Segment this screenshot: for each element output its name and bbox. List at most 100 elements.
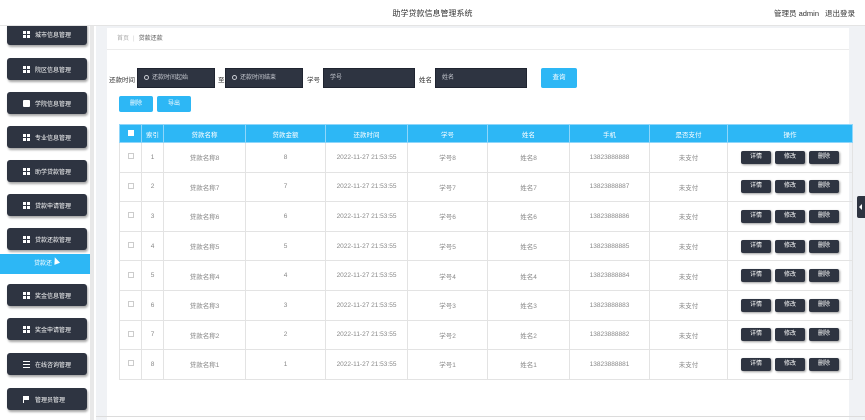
cell-paid: 未支付: [649, 230, 728, 262]
student-id-input[interactable]: 学号: [323, 68, 415, 88]
detail-button[interactable]: 详情: [741, 180, 771, 194]
cell-sname: 姓名4: [487, 260, 570, 291]
sidebar-item-consult[interactable]: 在线咨询管理: [7, 353, 87, 375]
collapse-handle-icon[interactable]: [857, 196, 865, 218]
cell-time: 2022-11-27 21:53:55: [325, 201, 408, 232]
cell-amount: 8: [245, 142, 326, 173]
cell-idx: 6: [141, 289, 164, 321]
cell-phone: 13823888888: [569, 142, 650, 173]
cell-phone: 13823888882: [569, 319, 650, 351]
export-button[interactable]: 导出: [157, 96, 191, 112]
cell-idx: 4: [141, 230, 164, 262]
row-delete-button[interactable]: 删除: [809, 328, 839, 342]
cell-name: 贷款名称7: [163, 171, 246, 203]
row-checkbox[interactable]: [127, 330, 134, 337]
detail-button[interactable]: 详情: [741, 269, 771, 283]
edit-button[interactable]: 修改: [775, 239, 805, 253]
cell-paid: 未支付: [649, 289, 728, 321]
start-time-input[interactable]: 还款时间起始: [137, 68, 215, 88]
detail-button[interactable]: 详情: [741, 328, 771, 342]
breadcrumb-separator: |: [133, 36, 135, 42]
edit-button[interactable]: 修改: [775, 328, 805, 342]
column-header: 姓名: [487, 124, 570, 143]
logout-link[interactable]: 退出登录: [825, 9, 855, 18]
sidebar-item-loan-apply[interactable]: 贷款申请管理: [7, 194, 87, 216]
end-time-placeholder: 还款时间结束: [240, 75, 277, 81]
sidebar-item-label: 专业信息管理: [35, 135, 72, 142]
column-header: 是否支付: [649, 124, 728, 143]
cell-sid: 学号4: [407, 260, 488, 291]
table-row: 7 贷款名称2 2 2022-11-27 21:53:55 学号2 姓名2 13823888…: [119, 319, 853, 351]
edit-button[interactable]: 修改: [775, 180, 805, 194]
sidebar-item-city[interactable]: 城市信息管理: [7, 26, 87, 45]
query-button[interactable]: 查询: [541, 68, 577, 88]
app-title: 助学贷款信息管理系统: [392, 9, 473, 18]
detail-button[interactable]: 详情: [741, 150, 771, 164]
sidebar-item-major[interactable]: 专业信息管理: [7, 126, 87, 148]
row-delete-button[interactable]: 删除: [809, 180, 839, 194]
top-bar: 助学贷款信息管理系统 管理员 admin 退出登录: [0, 0, 865, 26]
cell-amount: 3: [245, 289, 326, 321]
sidebar-item-admin[interactable]: 管理员管理: [7, 388, 87, 410]
sidebar-item-loan[interactable]: 助学贷款管理: [7, 160, 87, 182]
row-checkbox[interactable]: [127, 182, 134, 189]
to-label: 至: [218, 77, 225, 84]
edit-button[interactable]: 修改: [775, 298, 805, 312]
edit-button[interactable]: 修改: [775, 269, 805, 283]
column-header: 贷款名称: [163, 124, 246, 143]
grid-icon: [23, 325, 30, 333]
select-all-checkbox[interactable]: [127, 129, 134, 136]
name-label: 姓名: [419, 77, 432, 84]
row-checkbox[interactable]: [127, 242, 134, 249]
row-checkbox[interactable]: [127, 271, 134, 278]
edit-button[interactable]: 修改: [775, 209, 805, 223]
grid-icon: [23, 65, 30, 73]
cell-amount: 1: [245, 349, 326, 380]
delete-button[interactable]: 删除: [119, 96, 153, 112]
row-delete-button[interactable]: 删除: [809, 269, 839, 283]
cell-sname: 姓名3: [487, 289, 570, 321]
cell-operations: 详情 修改 删除: [727, 171, 853, 203]
row-delete-button[interactable]: 删除: [809, 239, 839, 253]
row-delete-button[interactable]: 删除: [809, 209, 839, 223]
cell-sname: 姓名8: [487, 142, 570, 173]
row-delete-button[interactable]: 删除: [809, 298, 839, 312]
row-delete-button[interactable]: 删除: [809, 150, 839, 164]
sidebar-item-award-apply[interactable]: 奖金申请管理: [7, 318, 87, 340]
detail-button[interactable]: 详情: [741, 357, 771, 371]
cell-phone: 13823888883: [569, 289, 650, 321]
edit-button[interactable]: 修改: [775, 150, 805, 164]
row-select-cell: [119, 171, 142, 203]
cell-time: 2022-11-27 21:53:55: [325, 142, 408, 173]
cell-operations: 详情 修改 删除: [727, 201, 853, 232]
row-checkbox[interactable]: [127, 360, 134, 367]
book-icon: [23, 99, 30, 107]
row-checkbox[interactable]: [127, 301, 134, 308]
repayment-table: 索引 贷款名称 贷款金额 还款时间 学号 姓名 手机 是否支付 操作 1 贷款名称…: [119, 124, 853, 380]
detail-button[interactable]: 详情: [741, 209, 771, 223]
edit-button[interactable]: 修改: [775, 357, 805, 371]
sidebar-scrollbar[interactable]: [90, 26, 94, 420]
sidebar-item-college[interactable]: 学院信息管理: [7, 92, 87, 114]
grid-icon: [23, 201, 30, 209]
row-checkbox[interactable]: [127, 153, 134, 160]
table-row: 1 贷款名称8 8 2022-11-27 21:53:55 学号8 姓名8 13823888…: [119, 142, 853, 173]
sidebar-item-campus[interactable]: 院区信息管理: [7, 58, 87, 80]
breadcrumb: 首页 | 贷款还款: [107, 28, 849, 50]
detail-button[interactable]: 详情: [741, 239, 771, 253]
cell-phone: 13823888885: [569, 230, 650, 262]
sidebar-item-award[interactable]: 奖金信息管理: [7, 284, 87, 306]
sidebar: 城市信息管理 院区信息管理 学院信息管理 专业信息管理 助学贷款管理 贷款申请管…: [0, 26, 96, 420]
sidebar-subitem-repay[interactable]: 贷款还: [0, 254, 94, 274]
row-delete-button[interactable]: 删除: [809, 357, 839, 371]
end-time-input[interactable]: 还款时间结束: [225, 68, 303, 88]
sidebar-item-label: 院区信息管理: [35, 67, 72, 74]
sidebar-item-loan-repay[interactable]: 贷款还款管理: [7, 228, 87, 250]
table-row: 8 贷款名称1 1 2022-11-27 21:53:55 学号1 姓名1 13823888…: [119, 349, 853, 380]
cell-operations: 详情 修改 删除: [727, 289, 853, 321]
breadcrumb-home[interactable]: 首页: [117, 36, 129, 42]
name-input[interactable]: 姓名: [435, 68, 527, 88]
detail-button[interactable]: 详情: [741, 298, 771, 312]
cell-amount: 2: [245, 319, 326, 351]
row-checkbox[interactable]: [127, 212, 134, 219]
